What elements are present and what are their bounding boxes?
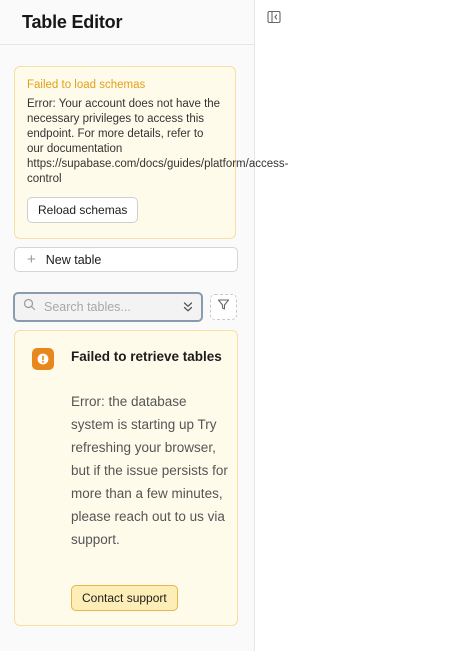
tables-error-title: Failed to retrieve tables [71,349,222,364]
table-editor-sidebar: Table Editor Failed to load schemas Erro… [0,0,289,651]
search-input[interactable] [42,299,174,315]
tables-error-message: Error: the database system is starting u… [71,394,228,547]
search-tables-field[interactable] [13,292,203,322]
sidebar-header: Table Editor [0,0,254,45]
schema-error-message: Error: Your account does not have the ne… [27,98,289,185]
filter-icon [217,298,230,316]
filter-button[interactable] [210,294,237,320]
tables-error-alert: Failed to retrieve tables Error: the dat… [14,330,238,626]
new-table-label: New table [45,252,102,267]
reload-schemas-button[interactable]: Reload schemas [27,197,139,223]
sidebar-collapse-icon[interactable] [267,10,281,24]
schema-error-title: Failed to load schemas [27,79,146,91]
contact-support-button[interactable]: Contact support [71,585,178,611]
new-table-button[interactable]: + New table [14,247,238,272]
page-title: Table Editor [22,11,123,32]
alert-icon [32,348,54,370]
schema-error-alert: Failed to load schemas Error: Your accou… [14,66,289,239]
chevrons-up-down-icon[interactable] [181,300,195,319]
search-icon [23,298,36,316]
plus-icon: + [27,251,36,268]
